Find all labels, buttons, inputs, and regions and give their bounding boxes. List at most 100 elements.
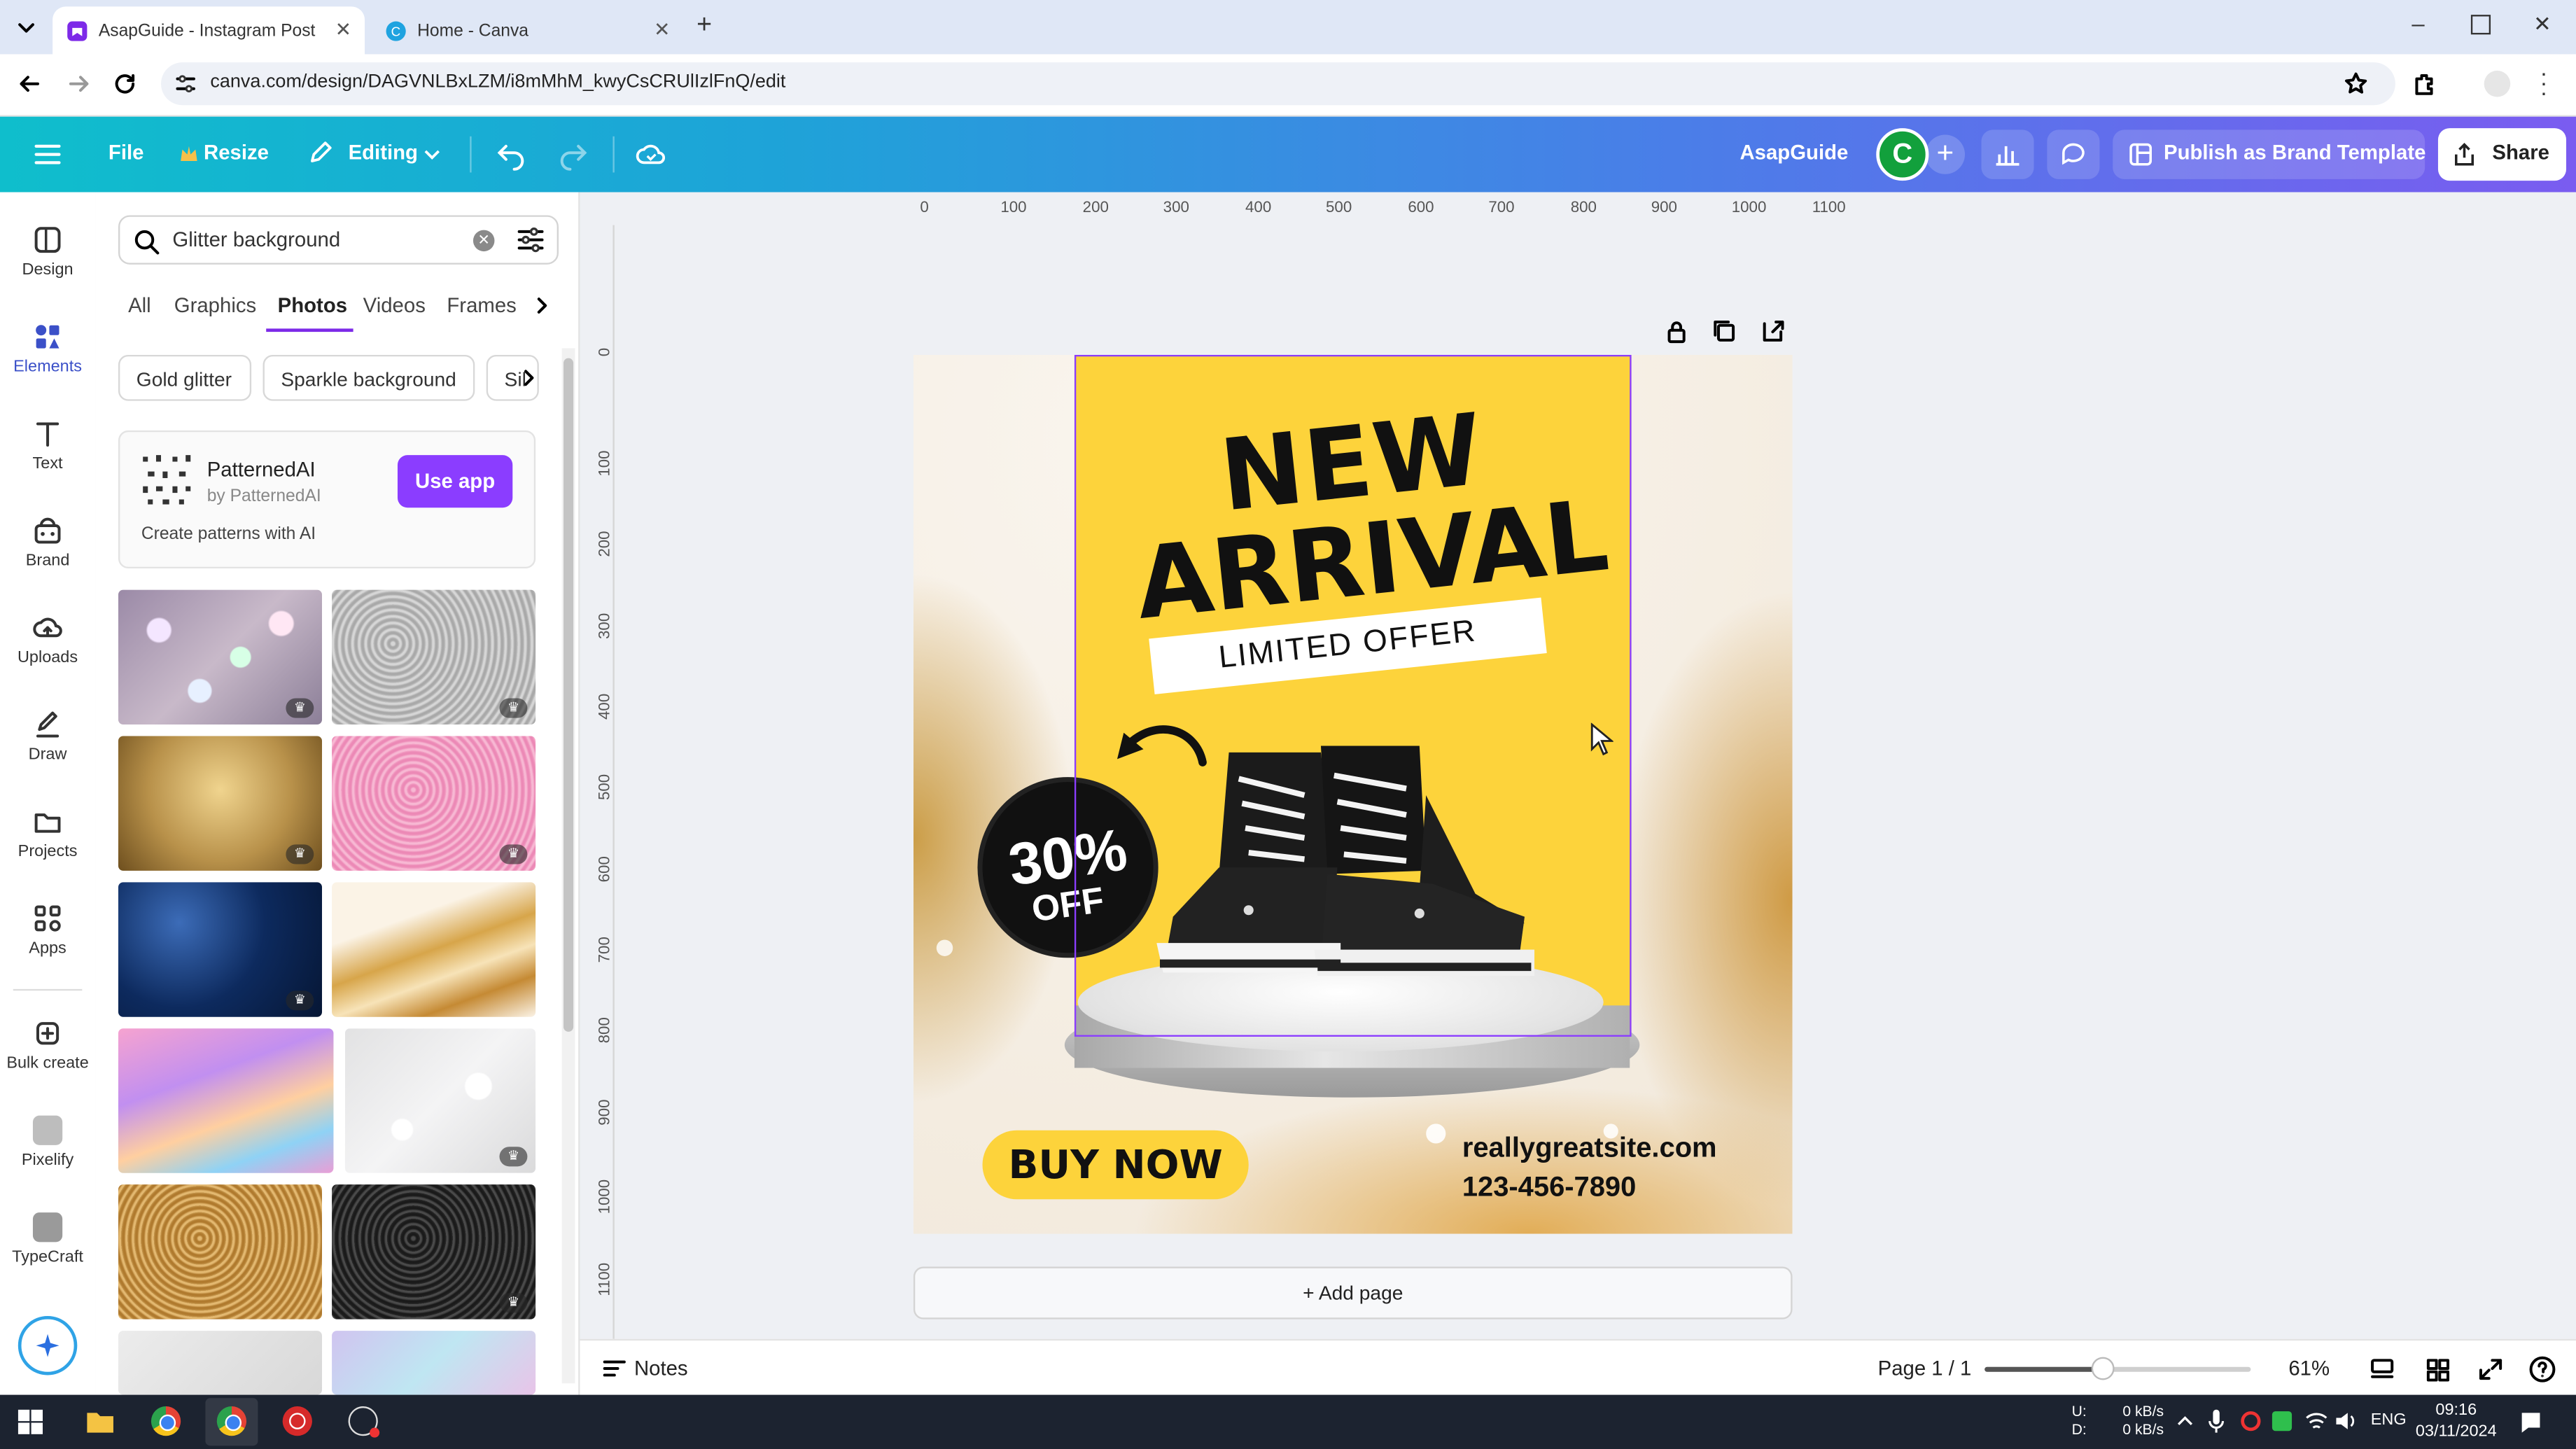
team-name[interactable]: AsapGuide	[1740, 141, 1848, 164]
browser-tab[interactable]: C Home - Canva ✕	[371, 6, 683, 54]
rail-item-typecraft[interactable]: TypeCraft	[0, 1212, 95, 1267]
photo-thumbnail[interactable]	[118, 1028, 334, 1173]
rail-item-draw[interactable]: Draw	[0, 710, 95, 764]
design-page[interactable]: NEW ARRIVAL LIMITED OFFER 30% OFF BUY NO…	[913, 354, 1793, 1234]
selection-outline[interactable]	[1074, 354, 1632, 1037]
url-input[interactable]: canva.com/design/DAGVNLBxLZM/i8mMhM_kwyC…	[161, 62, 2395, 106]
tab-photos[interactable]: Photos	[278, 294, 347, 317]
rail-item-projects[interactable]: Projects	[0, 806, 95, 861]
forward-arrow-icon[interactable]	[66, 71, 92, 97]
help-icon[interactable]	[2528, 1355, 2556, 1383]
rail-item-brand[interactable]: Brand	[0, 516, 95, 570]
photo-thumbnail[interactable]: ♛	[118, 589, 323, 725]
rail-item-text[interactable]: Text	[0, 419, 95, 473]
duplicate-page-icon[interactable]	[1712, 318, 1737, 343]
add-collaborator-button[interactable]: +	[1925, 134, 1966, 174]
chrome-taskbar-icon[interactable]	[150, 1406, 181, 1436]
page-view-icon[interactable]	[2369, 1357, 2395, 1382]
speaker-icon[interactable]	[2333, 1410, 2356, 1433]
buy-now-button[interactable]: BUY NOW	[982, 1130, 1249, 1200]
extensions-icon[interactable]	[2412, 71, 2438, 97]
close-icon[interactable]: ✕	[335, 18, 352, 41]
publish-brand-template-button[interactable]: Publish as Brand Template	[2113, 130, 2426, 179]
app-tray-icon[interactable]	[2272, 1411, 2292, 1432]
photo-thumbnail[interactable]: ♛	[332, 736, 536, 871]
minimize-button[interactable]: –	[2412, 10, 2424, 36]
add-page-icon[interactable]	[1761, 318, 1786, 343]
tab-all[interactable]: All	[128, 294, 151, 317]
chrome-active-taskbar-icon[interactable]	[216, 1406, 247, 1436]
rail-item-bulk-create[interactable]: Bulk create	[0, 1018, 95, 1073]
tab-videos[interactable]: Videos	[363, 294, 426, 317]
comments-button[interactable]	[2047, 130, 2100, 179]
zoom-level[interactable]: 61%	[2288, 1357, 2330, 1380]
photo-thumbnail[interactable]	[118, 1184, 323, 1320]
reload-icon[interactable]	[112, 71, 139, 97]
chip-gold-glitter[interactable]: Gold glitter	[118, 354, 252, 401]
browser-tab-active[interactable]: AsapGuide - Instagram Post ✕	[52, 6, 365, 55]
editing-mode-button[interactable]: Editing	[349, 141, 418, 164]
lock-icon[interactable]	[1665, 318, 1689, 344]
tab-frames[interactable]: Frames	[447, 294, 516, 317]
tab-graphics[interactable]: Graphics	[174, 294, 256, 317]
notes-button[interactable]: Notes	[634, 1357, 688, 1380]
notification-icon[interactable]	[2519, 1410, 2543, 1434]
chevron-right-icon[interactable]	[519, 368, 539, 388]
chevron-up-icon[interactable]	[2175, 1411, 2194, 1431]
restore-button[interactable]	[2470, 15, 2491, 35]
chevron-down-icon[interactable]	[422, 145, 442, 164]
rail-item-pixelify[interactable]: Pixelify	[0, 1115, 95, 1170]
photo-thumbnail[interactable]	[332, 1331, 536, 1395]
search-input[interactable]: Glitter background ✕	[118, 215, 559, 265]
fullscreen-icon[interactable]	[2477, 1357, 2504, 1382]
scrollbar-thumb[interactable]	[564, 358, 574, 1032]
recording-tray-icon[interactable]	[2241, 1411, 2261, 1432]
rail-item-apps[interactable]: Apps	[0, 904, 95, 958]
photo-thumbnail[interactable]: ♛	[118, 736, 323, 871]
zoom-slider[interactable]	[1984, 1357, 2251, 1380]
rail-item-uploads[interactable]: Uploads	[0, 612, 95, 667]
profile-avatar[interactable]	[2484, 70, 2511, 97]
cloud-saved-icon[interactable]	[634, 138, 667, 171]
user-avatar[interactable]: C	[1876, 128, 1929, 181]
site-settings-icon[interactable]	[174, 72, 197, 95]
recorder-taskbar-icon[interactable]	[282, 1406, 312, 1436]
rail-item-elements[interactable]: Elements	[0, 322, 95, 376]
hamburger-menu-icon[interactable]	[33, 141, 62, 168]
photo-thumbnail[interactable]: ♛	[118, 882, 323, 1017]
photo-thumbnail[interactable]	[118, 1331, 323, 1395]
wifi-icon[interactable]	[2305, 1410, 2328, 1433]
phone-text[interactable]: 123-456-7890	[1462, 1171, 1636, 1204]
bookmark-star-icon[interactable]	[2343, 71, 2370, 97]
tab-search-button[interactable]	[10, 11, 43, 44]
photo-thumbnail[interactable]: ♛	[332, 589, 536, 725]
photo-thumbnail[interactable]: ♛	[332, 1184, 536, 1320]
windows-start-icon[interactable]	[18, 1409, 43, 1434]
file-explorer-icon[interactable]	[85, 1408, 115, 1434]
grid-view-icon[interactable]	[2425, 1357, 2451, 1382]
language-indicator[interactable]: ENG	[2371, 1411, 2407, 1429]
use-app-button[interactable]: Use app	[397, 455, 513, 508]
photo-thumbnail[interactable]	[332, 882, 536, 1017]
filter-icon[interactable]	[516, 227, 545, 253]
file-menu-button[interactable]: File	[108, 141, 144, 164]
resize-button[interactable]: Resize	[204, 141, 269, 164]
page-indicator[interactable]: Page 1 / 1	[1878, 1357, 1972, 1380]
new-tab-button[interactable]: +	[696, 11, 712, 41]
add-page-button[interactable]: + Add page	[913, 1266, 1793, 1320]
chevron-right-icon[interactable]	[532, 295, 552, 315]
notes-icon[interactable]	[601, 1357, 628, 1380]
share-button[interactable]: Share	[2437, 128, 2567, 181]
back-arrow-icon[interactable]	[16, 71, 43, 97]
redo-icon[interactable]	[557, 138, 590, 171]
insights-button[interactable]	[1981, 130, 2034, 179]
obs-taskbar-icon[interactable]	[348, 1406, 380, 1438]
browser-menu-icon[interactable]: · · ·	[2540, 61, 2547, 104]
microphone-icon[interactable]	[2206, 1408, 2226, 1434]
panel-scrollbar[interactable]	[561, 348, 575, 1384]
undo-icon[interactable]	[494, 138, 527, 171]
zoom-slider-knob[interactable]	[2091, 1357, 2115, 1380]
close-icon[interactable]: ✕	[654, 18, 671, 41]
website-text[interactable]: reallygreatsite.com	[1462, 1132, 1717, 1165]
rail-item-design[interactable]: Design	[0, 225, 95, 279]
